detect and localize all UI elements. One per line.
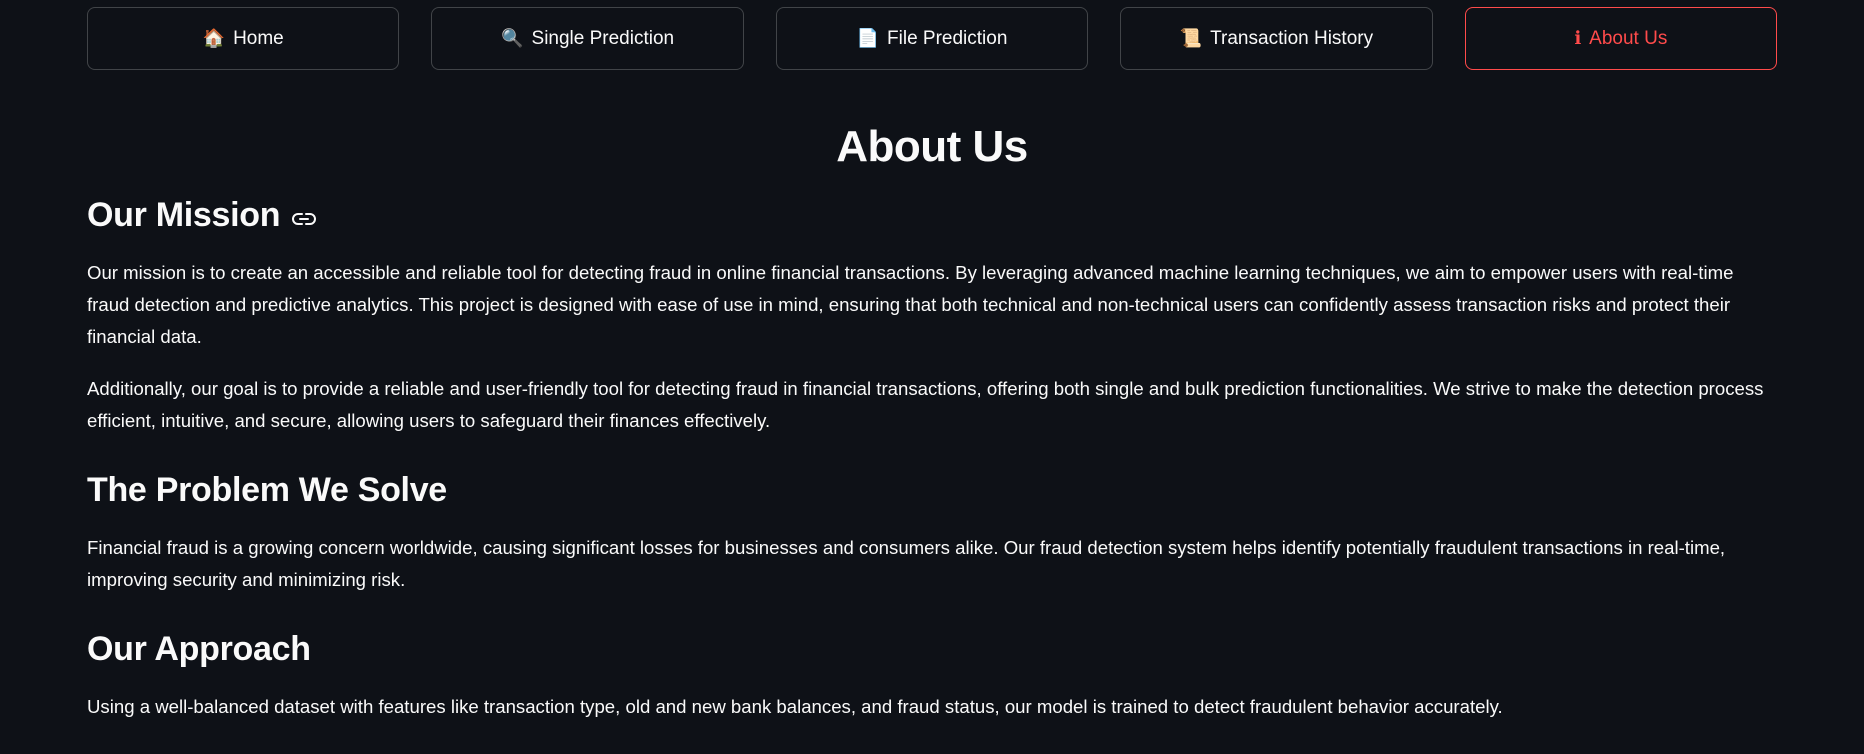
nav-button-label: About Us [1589,27,1668,49]
nav-button-about-us[interactable]: ℹ About Us [1464,7,1778,70]
house-icon: 🏠 [202,28,226,48]
magnifier-icon: 🔍 [501,28,524,48]
info-icon: ℹ [1574,28,1582,48]
nav-button-transaction-history[interactable]: 📜 Transaction History [1120,7,1433,70]
mission-heading-text: Our Mission [87,196,281,234]
approach-heading-text: Our Approach [87,630,311,668]
problem-heading: The Problem We Solve [87,471,1777,510]
link-icon[interactable] [292,212,317,226]
nav-button-single-prediction[interactable]: 🔍 Single Prediction [431,7,744,70]
approach-paragraph: Using a well-balanced dataset with featu… [87,696,1503,717]
document-icon: 📄 [856,28,880,48]
problem-heading-text: The Problem We Solve [87,471,447,509]
nav-button-file-prediction[interactable]: 📄 File Prediction [775,7,1089,70]
mission-heading: Our Mission [87,196,1777,235]
nav-button-label: Transaction History [1210,27,1374,49]
nav-button-label: Home [233,27,284,49]
mission-paragraph-1: Our mission is to create an accessible a… [87,262,1734,347]
mission-paragraph-2: Additionally, our goal is to provide a r… [87,378,1764,431]
about-page: 🏠 Home 🔍 Single Prediction 📄 File Predic… [0,0,1864,754]
problem-paragraph: Financial fraud is a growing concern wor… [87,537,1726,590]
nav-button-label: File Prediction [887,27,1008,49]
nav-button-label: Single Prediction [531,27,675,49]
top-navigation: 🏠 Home 🔍 Single Prediction 📄 File Predic… [87,0,1778,70]
nav-button-home[interactable]: 🏠 Home [87,7,400,70]
approach-heading: Our Approach [87,630,1777,669]
page-title: About Us [836,122,1028,171]
scroll-icon: 📜 [1179,28,1203,48]
